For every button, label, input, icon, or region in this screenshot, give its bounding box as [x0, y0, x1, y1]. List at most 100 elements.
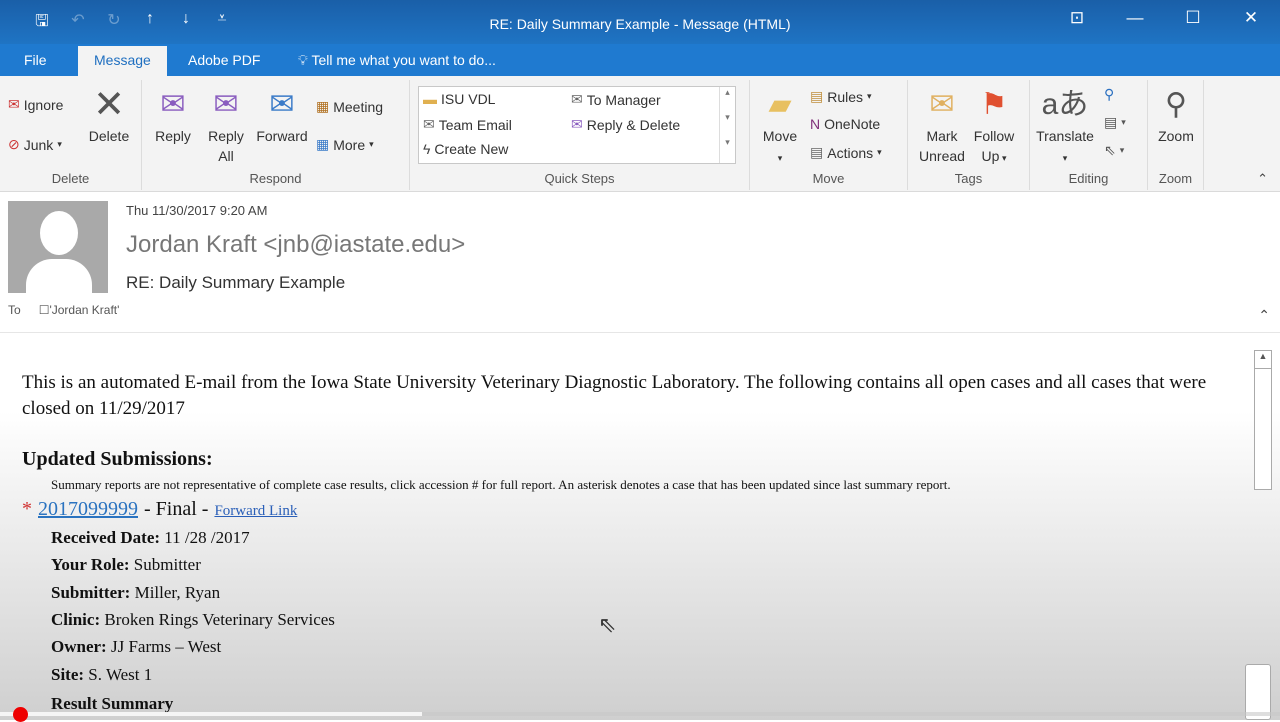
onenote-button[interactable]: N OneNote — [810, 116, 880, 132]
close-button[interactable]: ✕ — [1222, 8, 1280, 28]
quick-step-to-manager[interactable]: ✉︎ To Manager — [571, 91, 661, 108]
your-role: Your Role: Submitter — [51, 555, 201, 574]
reply-icon: ✉︎ — [160, 88, 186, 121]
quick-step-isu-vdl[interactable]: ▬ ISU VDL — [423, 91, 495, 107]
to-line: To ☐'Jordan Kraft' — [8, 303, 119, 317]
zoom-button[interactable]: ⚲ Zoom — [1152, 84, 1200, 146]
select-icon[interactable]: ⇖ ▾ — [1104, 142, 1124, 159]
ignore-button[interactable]: ✉︎ Ignore — [8, 96, 63, 113]
tab-adobe-pdf[interactable]: Adobe PDF — [188, 52, 260, 68]
forward-button[interactable]: ✉︎ Forward — [254, 84, 310, 146]
reply-delete-icon: ✉︎ — [571, 116, 583, 132]
flag-icon: ⚑ — [980, 88, 1008, 121]
forward-icon: ✉︎ — [269, 88, 295, 121]
follow-up-button[interactable]: ⚑ Follow Up ▾ — [970, 84, 1018, 168]
ignore-icon: ✉︎ — [8, 96, 20, 112]
updated-submissions-heading: Updated Submissions: — [22, 448, 213, 470]
received-date: Received Date: 11 /28 /2017 — [51, 528, 250, 547]
forward-link[interactable]: Forward Link — [214, 503, 297, 520]
quick-steps-label: Quick Steps — [544, 171, 615, 186]
lightbulb-icon: 💡︎ — [298, 52, 308, 68]
case-line: * 2017099999 - Final - Forward Link — [22, 498, 297, 521]
quick-steps-scroll[interactable]: ▴ ▾ ▾ — [719, 87, 735, 163]
meeting-icon: ▦ — [316, 98, 330, 114]
video-progress-bar[interactable] — [0, 712, 1280, 716]
mark-unread-icon: ✉︎ — [929, 88, 955, 121]
message-subject: RE: Daily Summary Example — [126, 273, 346, 292]
move-folder-icon: ▰ — [768, 88, 792, 121]
zoom-group: ⚲ Zoom Zoom — [1148, 80, 1204, 190]
zoom-magnifier-icon: ⚲ — [1165, 88, 1187, 121]
find-icon[interactable]: ⚲ — [1104, 86, 1114, 103]
scroll-up-icon[interactable]: ▲ — [1255, 351, 1271, 369]
translate-icon: aあ — [1041, 88, 1089, 121]
lightning-icon: ϟ — [423, 141, 431, 157]
quick-step-reply-delete[interactable]: ✉︎ Reply & Delete — [571, 116, 680, 133]
body-scrollbar[interactable]: ▲ — [1254, 350, 1272, 490]
delete-button[interactable]: ✕ Delete — [86, 84, 132, 146]
rules-button[interactable]: ▤ Rules ▾ — [810, 88, 872, 105]
tell-me-search[interactable]: 💡︎ Tell me what you want to do... — [298, 52, 496, 69]
actions-button[interactable]: ▤ Actions ▾ — [810, 144, 882, 161]
collapse-ribbon-icon[interactable]: ⌃ — [1257, 171, 1268, 187]
forward-mail-icon: ✉︎ — [571, 91, 583, 107]
site: Site: S. West 1 — [51, 665, 153, 684]
meeting-button[interactable]: ▦ Meeting — [316, 98, 383, 115]
submitter: Submitter: Miller, Ryan — [51, 583, 221, 602]
title-bar: 🖫 ↶ ↻ ↑ ↓ ⩡ RE: Daily Summary Example - … — [0, 0, 1280, 44]
maximize-button[interactable]: ☐ — [1164, 8, 1222, 28]
tags-group-label: Tags — [954, 171, 983, 186]
editing-group: aあ Translate ▾ ⚲ ▤ ▾ ⇖ ▾ Editing — [1030, 80, 1148, 190]
reply-all-button[interactable]: ✉︎ Reply All — [202, 84, 250, 166]
tab-message[interactable]: Message — [78, 46, 167, 76]
editing-group-label: Editing — [1068, 171, 1109, 186]
tell-me-label: Tell me what you want to do... — [311, 52, 496, 68]
expand-gallery-icon[interactable]: ▾ — [720, 137, 735, 148]
related-icon[interactable]: ▤ ▾ — [1104, 114, 1126, 131]
quick-step-create-new[interactable]: ϟ Create New — [423, 141, 508, 157]
accession-link[interactable]: 2017099999 — [38, 498, 138, 521]
quick-steps-group: ▬ ISU VDL ✉︎ Team Email ϟ Create New ✉︎ To M… — [410, 80, 750, 190]
ribbon-display-options-button[interactable]: ⊡ — [1048, 8, 1106, 28]
reply-button[interactable]: ✉︎ Reply — [150, 84, 196, 146]
tags-group: ✉︎ Mark Unread ⚑ Follow Up ▾ Tags — [908, 80, 1030, 190]
delete-x-icon: ✕ — [93, 84, 125, 126]
delete-group-label: Delete — [51, 171, 90, 186]
junk-button[interactable]: ⊘ Junk ▾ — [8, 136, 62, 153]
intro-text: This is an automated E-mail from the Iow… — [22, 372, 1207, 419]
quick-steps-gallery: ▬ ISU VDL ✉︎ Team Email ϟ Create New ✉︎ To M… — [418, 86, 736, 164]
mouse-cursor-icon: ⇖ — [598, 612, 617, 637]
actions-icon: ▤ — [810, 144, 824, 160]
result-summary-heading: Result Summary — [51, 694, 174, 713]
ribbon-tabs: File Message Adobe PDF 💡︎ Tell me what y… — [0, 44, 1280, 76]
ribbon: ✉︎ Ignore ⊘ Junk ▾ ✕ Delete Delete ✉︎ Reply ✉… — [0, 76, 1280, 192]
minimize-button[interactable]: — — [1106, 8, 1164, 28]
tab-file[interactable]: File — [24, 52, 47, 68]
more-respond-button[interactable]: ▦ More ▾ — [316, 136, 374, 153]
message-header: Thu 11/30/2017 9:20 AM Jordan Kraft <jnb… — [0, 193, 1280, 333]
summary-note: Summary reports are not representative o… — [51, 477, 951, 492]
mark-unread-button[interactable]: ✉︎ Mark Unread — [918, 84, 966, 166]
message-date: Thu 11/30/2017 9:20 AM — [126, 203, 268, 218]
translate-button[interactable]: aあ Translate ▾ — [1032, 84, 1098, 168]
clinic: Clinic: Broken Rings Veterinary Services — [51, 610, 335, 629]
zoom-group-label: Zoom — [1158, 171, 1193, 186]
owner: Owner: JJ Farms – West — [51, 637, 222, 656]
quick-step-team-email[interactable]: ✉︎ Team Email — [423, 116, 512, 133]
delete-group: ✉︎ Ignore ⊘ Junk ▾ ✕ Delete Delete — [0, 80, 142, 190]
updated-asterisk: * — [22, 498, 32, 520]
message-sender[interactable]: Jordan Kraft <jnb@iastate.edu> — [126, 231, 465, 259]
recipient[interactable]: ☐'Jordan Kraft' — [39, 303, 120, 317]
respond-group-label: Respond — [249, 171, 302, 186]
move-group-label: Move — [812, 171, 845, 186]
move-button[interactable]: ▰ Move ▾ — [756, 84, 804, 168]
message-body: This is an automated E-mail from the Iow… — [0, 334, 1280, 720]
rules-icon: ▤ — [810, 88, 824, 104]
respond-group: ✉︎ Reply ✉︎ Reply All ✉︎ Forward ▦ Meeting ▦ M… — [142, 80, 410, 190]
more-icon: ▦ — [316, 136, 330, 152]
email-icon: ✉︎ — [423, 116, 435, 132]
junk-icon: ⊘ — [8, 136, 20, 152]
reply-all-icon: ✉︎ — [213, 88, 239, 121]
collapse-header-icon[interactable]: ⌃ — [1258, 307, 1270, 324]
move-group: ▰ Move ▾ ▤ Rules ▾ N OneNote ▤ Actions ▾ Move — [750, 80, 908, 190]
